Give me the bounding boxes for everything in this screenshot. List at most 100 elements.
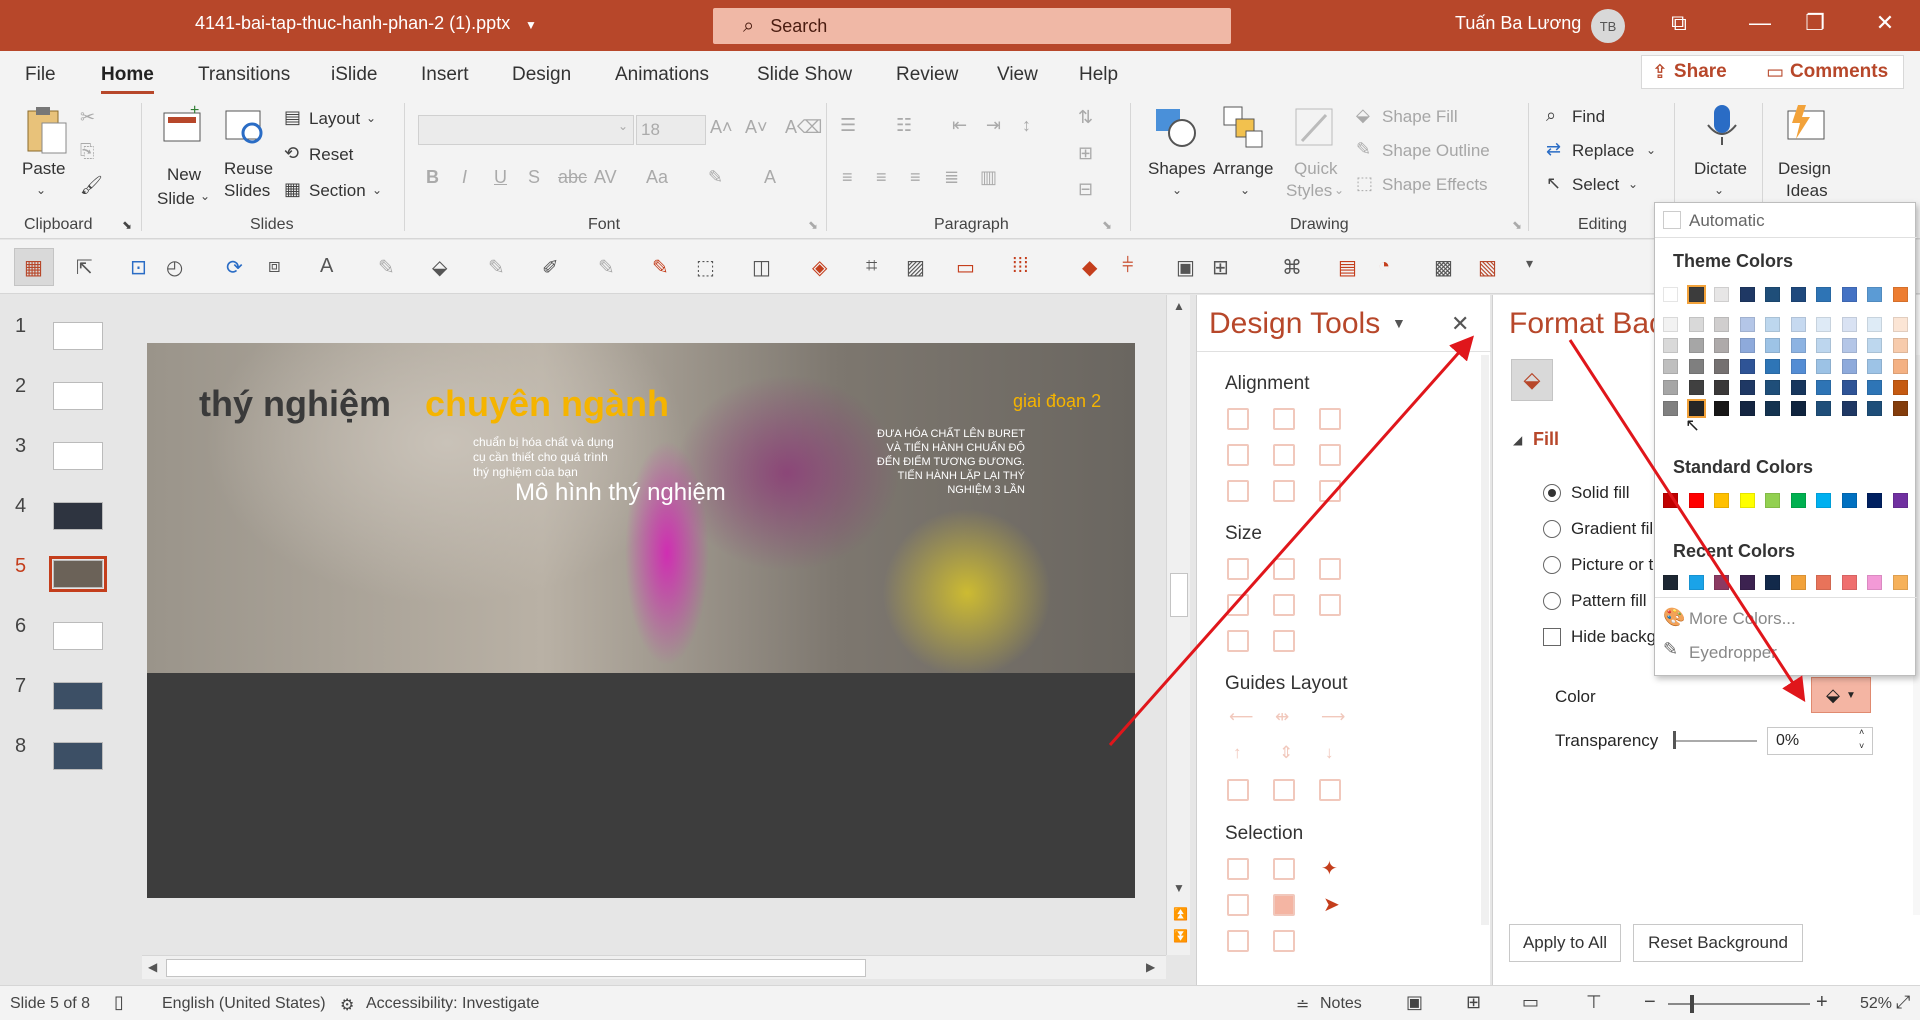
- align-right-icon[interactable]: ≡: [910, 167, 921, 188]
- standard-color-swatch[interactable]: [1841, 493, 1857, 508]
- matrix-icon[interactable]: ⁞⁞⁞: [1012, 255, 1029, 278]
- theme-color-swatch[interactable]: [1892, 287, 1908, 302]
- font-size-input[interactable]: 18: [636, 115, 706, 145]
- slide-thumbnail-5[interactable]: [49, 556, 107, 592]
- theme-shade-swatch[interactable]: [1816, 380, 1831, 395]
- spelling-icon[interactable]: ▯: [114, 992, 124, 1013]
- slide-thumbnail-2[interactable]: [53, 382, 103, 410]
- shape-outline-button[interactable]: Shape Outline: [1382, 141, 1490, 161]
- apply-to-all-button[interactable]: Apply to All: [1509, 924, 1621, 962]
- font-name-input[interactable]: [418, 115, 634, 145]
- paste-icon[interactable]: [22, 105, 68, 157]
- theme-color-swatch[interactable]: [1816, 287, 1831, 302]
- eyedropper-red-icon[interactable]: ✎: [652, 255, 669, 280]
- theme-shade-swatch[interactable]: [1739, 380, 1755, 395]
- theme-shade-swatch[interactable]: [1892, 338, 1908, 353]
- layout-button[interactable]: Layout: [309, 109, 360, 129]
- guide-bottom-icon[interactable]: ↓: [1325, 743, 1334, 763]
- theme-shade-swatch[interactable]: [1663, 380, 1678, 395]
- font-name-dropdown-icon[interactable]: ⌄: [618, 119, 628, 133]
- shape-combine-icon[interactable]: ◈: [812, 255, 827, 280]
- pattern-fill-label[interactable]: Pattern fill: [1571, 591, 1647, 611]
- recent-color-swatch[interactable]: [1765, 575, 1780, 590]
- theme-shade-swatch[interactable]: [1714, 359, 1729, 374]
- reset-button[interactable]: Reset: [309, 145, 353, 165]
- spin-down-icon[interactable]: ˅: [1859, 741, 1864, 751]
- theme-shade-swatch[interactable]: [1892, 401, 1908, 416]
- paste-label[interactable]: Paste: [22, 159, 65, 179]
- gallery-tool-icon[interactable]: ▧: [1478, 255, 1497, 280]
- theme-shade-swatch[interactable]: [1867, 380, 1882, 395]
- distribute-diagonal-icon[interactable]: [1319, 480, 1341, 502]
- minimize-icon[interactable]: —: [1745, 10, 1775, 36]
- slide-thumbnail-3[interactable]: [53, 442, 103, 470]
- scroll-left-icon[interactable]: ◀: [148, 960, 157, 974]
- color-picker-button[interactable]: ⬙ ▼: [1811, 677, 1871, 713]
- accessibility-indicator[interactable]: Accessibility: Investigate: [366, 995, 539, 1013]
- recent-color-swatch[interactable]: [1663, 575, 1678, 590]
- stretch-height-icon[interactable]: [1273, 594, 1295, 616]
- clear-formatting-icon[interactable]: A⌫: [785, 117, 822, 138]
- align-center-icon[interactable]: ≡: [876, 167, 887, 188]
- tab-view[interactable]: View: [997, 64, 1038, 86]
- new-slide-label-2[interactable]: Slide: [157, 189, 195, 209]
- distribute-icon[interactable]: ⫩: [1122, 255, 1133, 278]
- theme-color-swatch[interactable]: [1790, 287, 1806, 302]
- line-spacing-icon[interactable]: ↕: [1022, 115, 1031, 136]
- replace-dropdown-icon[interactable]: ⌄: [1646, 143, 1656, 157]
- recent-color-swatch[interactable]: [1867, 575, 1882, 590]
- standard-color-swatch[interactable]: [1892, 493, 1908, 508]
- smartart-icon[interactable]: ⊟: [1078, 179, 1093, 200]
- notes-button[interactable]: Notes: [1320, 995, 1362, 1013]
- theme-color-swatch[interactable]: [1765, 287, 1780, 302]
- camera-icon[interactable]: ⌘: [1282, 255, 1302, 280]
- replace-button[interactable]: Replace: [1572, 141, 1634, 161]
- character-spacing-icon[interactable]: AV: [594, 167, 617, 188]
- theme-shade-swatch[interactable]: [1892, 380, 1908, 395]
- standard-color-swatch[interactable]: [1816, 493, 1831, 508]
- slide-thumbnail-1[interactable]: [53, 322, 103, 350]
- document-tool-icon[interactable]: ▤: [1338, 255, 1357, 280]
- theme-shade-swatch[interactable]: [1841, 359, 1857, 374]
- theme-shade-swatch[interactable]: [1816, 317, 1831, 332]
- photo-tool-icon[interactable]: ▩: [1434, 255, 1453, 280]
- shapes-dropdown-icon[interactable]: ⌄: [1172, 183, 1182, 197]
- eyedropper-option[interactable]: Eyedropper: [1689, 643, 1777, 663]
- theme-shade-swatch[interactable]: [1765, 338, 1780, 353]
- refresh-icon[interactable]: ⟳: [226, 255, 243, 280]
- theme-shade-swatch[interactable]: [1714, 401, 1729, 416]
- theme-shade-swatch[interactable]: [1739, 338, 1755, 353]
- slide-subtitle-2[interactable]: cụ cần thiết cho quá trình: [473, 450, 608, 464]
- columns-icon[interactable]: ▥: [980, 167, 997, 188]
- scroll-right-icon[interactable]: ▶: [1146, 960, 1155, 974]
- theme-color-swatch[interactable]: [1739, 287, 1755, 302]
- theme-shade-swatch[interactable]: [1663, 317, 1678, 332]
- gradient-fill-label[interactable]: Gradient fill: [1571, 519, 1657, 539]
- chart-tool-icon[interactable]: ◔: [1378, 255, 1390, 278]
- theme-shade-swatch[interactable]: [1688, 380, 1704, 395]
- picture-tool-icon[interactable]: ⧈: [268, 255, 281, 278]
- theme-shade-swatch[interactable]: [1892, 359, 1908, 374]
- theme-shade-swatch[interactable]: [1867, 359, 1882, 374]
- layout-dropdown-icon[interactable]: ⌄: [366, 111, 376, 125]
- arrange-icon[interactable]: [1222, 105, 1266, 149]
- recent-color-swatch[interactable]: [1688, 575, 1704, 590]
- recent-color-swatch[interactable]: [1816, 575, 1831, 590]
- fill-collapse-icon[interactable]: ◢: [1513, 433, 1522, 447]
- microphone-icon[interactable]: [1700, 103, 1744, 147]
- recent-color-swatch[interactable]: [1841, 575, 1857, 590]
- theme-shade-swatch[interactable]: [1765, 359, 1780, 374]
- theme-shade-swatch[interactable]: [1790, 359, 1806, 374]
- shape-fill-button[interactable]: Shape Fill: [1382, 107, 1458, 127]
- zoom-level[interactable]: 52%: [1860, 995, 1892, 1013]
- new-slide-icon[interactable]: +: [160, 103, 204, 147]
- reuse-slides-label-1[interactable]: Reuse: [224, 159, 273, 179]
- select-button[interactable]: Select: [1572, 175, 1619, 195]
- fit-left-icon[interactable]: [1227, 630, 1249, 652]
- theme-color-swatch[interactable]: [1663, 287, 1678, 302]
- reset-background-button[interactable]: Reset Background: [1633, 924, 1803, 962]
- design-ideas-label-1[interactable]: Design: [1778, 159, 1831, 179]
- scroll-up-icon[interactable]: ▲: [1173, 299, 1185, 313]
- standard-color-swatch[interactable]: [1765, 493, 1780, 508]
- theme-shade-swatch[interactable]: [1688, 359, 1704, 374]
